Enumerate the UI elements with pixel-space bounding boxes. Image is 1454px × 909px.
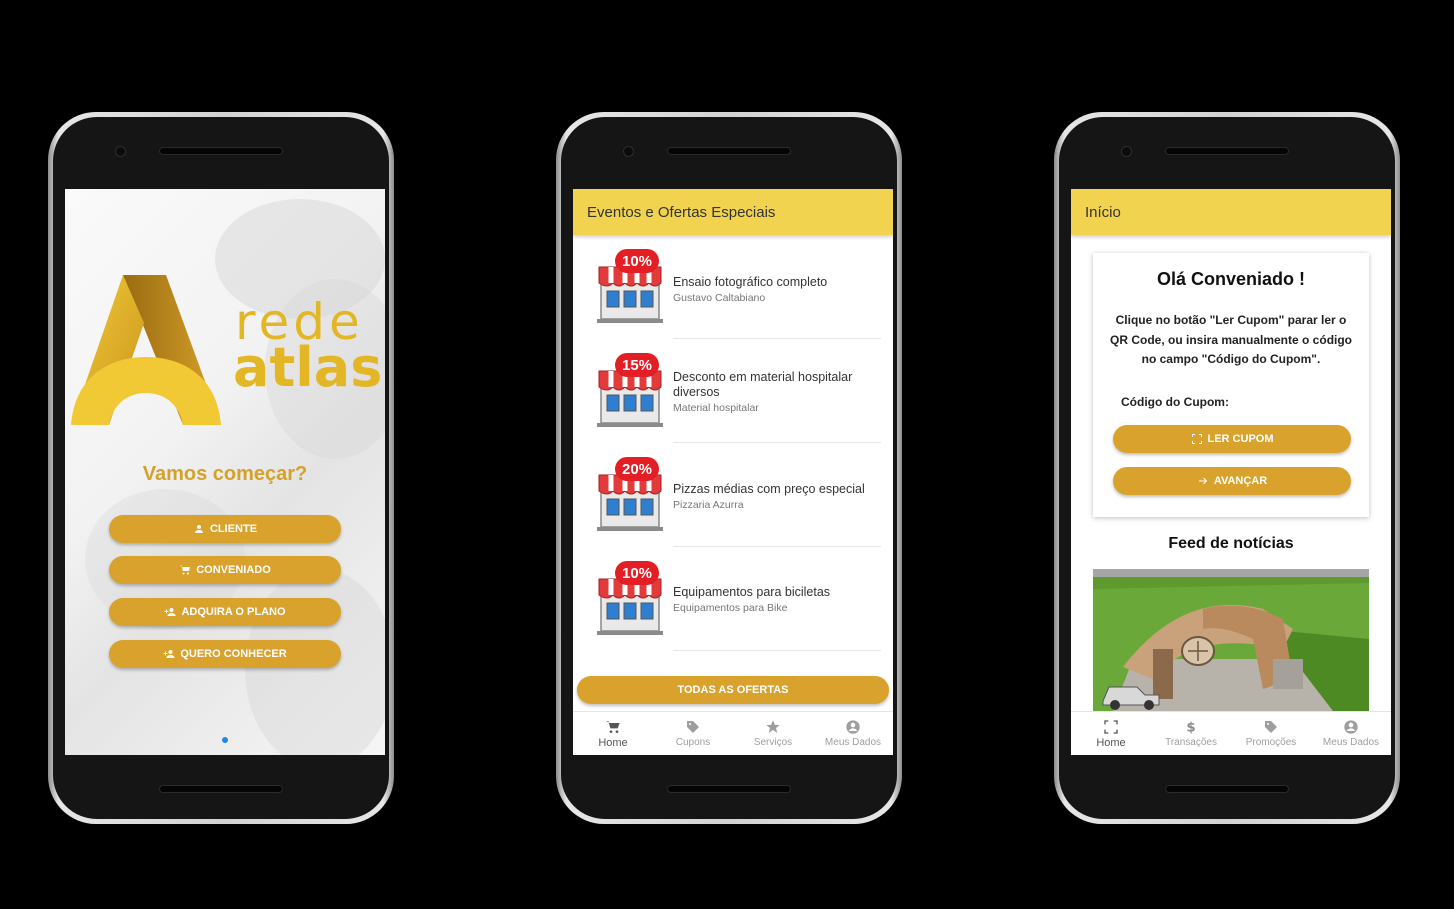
phone-offers: Eventos e Ofertas Especiais 10% Ensaio f… [556,112,902,824]
logo-wordmark-atlas: atlas [233,336,383,399]
offer-title: Pizzas médias com preço especial [673,482,865,496]
bottom-navigation: Home $ Transações Promoções Meus Dados [1071,711,1391,755]
top-speaker [667,147,791,155]
nav-meus-dados[interactable]: Meus Dados [813,712,893,755]
page-indicator-dot [222,737,228,743]
coupon-card: Olá Conveniado ! Clique no botão "Ler Cu… [1093,253,1369,517]
phone-bezel: Início Olá Conveniado ! Clique no botão … [1059,117,1395,819]
nav-transacoes[interactable]: $ Transações [1151,712,1231,755]
quero-conhecer-button-label: QUERO CONHECER [180,648,287,660]
cliente-button-label: CLIENTE [209,523,258,535]
coupon-code-label: Código do Cupom: [1121,395,1229,409]
card-title: Olá Conveniado ! [1156,269,1306,289]
offer-title: Equipamentos para biciletas [673,585,831,599]
phone-bezel: rede atlas Vamos começar? CLIENTE CONVEN… [53,117,389,819]
adquira-plano-button[interactable]: ADQUIRA O PLANO [109,598,341,626]
offer-subtitle: Pizzaria Azurra [673,499,744,511]
offer-item[interactable]: 20% Pizzas médias com preço especial Piz… [573,443,893,547]
bottom-speaker [159,785,283,793]
tag-icon [687,721,699,733]
appbar-title: Início [1071,189,1391,235]
offer-item[interactable]: 10% Ensaio fotográfico completo Gustavo … [573,235,893,339]
top-speaker [1165,147,1289,155]
front-camera [623,146,634,157]
nav-home[interactable]: Home [1071,712,1151,755]
offer-item[interactable]: 10% Equipamentos para biciletas Equipame… [573,547,893,651]
phone-welcome: rede atlas Vamos começar? CLIENTE CONVEN… [48,112,394,824]
front-camera [115,146,126,157]
dollar-icon: $ [1186,721,1195,735]
svg-text:$: $ [1186,721,1195,735]
front-camera [1121,146,1132,157]
bottom-speaker [667,785,791,793]
conveniado-button[interactable]: CONVENIADO [109,556,341,584]
scan-icon [1191,434,1202,444]
nav-promocoes-label: Promoções [1245,737,1297,748]
offer-item[interactable]: 15% Desconto em material hospitalar dive… [573,339,893,443]
nav-home-label: Home [598,736,628,749]
nav-meus-dados[interactable]: Meus Dados [1311,712,1391,755]
person-add-icon [164,608,176,616]
nav-home-label: Home [1096,736,1126,749]
offers-screen: Eventos e Ofertas Especiais 10% Ensaio f… [573,189,893,755]
phone-bezel: Eventos e Ofertas Especiais 10% Ensaio f… [561,117,897,819]
tag-icon [1265,721,1277,733]
nav-promocoes[interactable]: Promoções [1231,712,1311,755]
read-coupon-button[interactable]: LER CUPOM [1113,425,1351,453]
cart-icon [180,565,191,575]
divider [673,650,881,651]
offer-subtitle: Equipamentos para Bike [673,602,788,614]
top-speaker [159,147,283,155]
adquira-plano-button-label: ADQUIRA O PLANO [181,606,286,618]
cliente-button[interactable]: CLIENTE [109,515,341,543]
discount-badge: 10% [615,561,659,585]
welcome-screen: rede atlas Vamos começar? CLIENTE CONVEN… [65,189,385,755]
bottom-navigation: Home Cupons Serviços Meus Dados [573,711,893,755]
offer-subtitle: Gustavo Caltabiano [673,292,766,304]
next-button[interactable]: AVANÇAR [1113,467,1351,495]
quero-conhecer-button[interactable]: QUERO CONHECER [109,640,341,668]
person-icon [194,525,203,533]
nav-meus-dados-label: Meus Dados [824,737,882,748]
cart-icon [606,720,620,733]
news-feed-image[interactable] [1093,569,1369,711]
star-icon [766,720,780,733]
discount-badge: 20% [615,457,659,481]
offer-title: Desconto em material hospitalar diversos [673,370,853,399]
card-instructions: Clique no botão "Ler Cupom" parar ler o … [1109,313,1353,366]
appbar-title: Eventos e Ofertas Especiais [573,189,893,235]
welcome-title: Vamos começar? [142,463,308,485]
discount-badge: 10% [615,249,659,273]
showcase-stage: rede atlas Vamos começar? CLIENTE CONVEN… [0,0,1454,909]
offer-subtitle: Material hospitalar [673,402,759,414]
offer-title: Ensaio fotográfico completo [673,275,828,289]
scan-icon [1104,719,1118,734]
feed-title: Feed de notícias [1168,535,1294,552]
person-add-icon [163,650,175,658]
bottom-speaker [1165,785,1289,793]
nav-servicos-label: Serviços [753,737,793,748]
nav-cupons[interactable]: Cupons [653,712,733,755]
nav-cupons-label: Cupons [675,737,711,748]
nav-transacoes-label: Transações [1165,737,1217,748]
discount-badge: 15% [615,353,659,377]
arrow-right-icon [1198,477,1208,485]
nav-home[interactable]: Home [573,712,653,755]
all-offers-button[interactable]: TODAS AS OFERTAS [577,676,889,704]
nav-meus-dados-label: Meus Dados [1322,737,1380,748]
account-icon [846,720,860,734]
home-screen: Início Olá Conveniado ! Clique no botão … [1071,189,1391,755]
next-button-label: AVANÇAR [1213,475,1268,487]
nav-servicos[interactable]: Serviços [733,712,813,755]
conveniado-button-label: CONVENIADO [196,564,271,576]
account-icon [1344,720,1358,734]
read-coupon-label: LER CUPOM [1207,433,1274,445]
atlas-logo-icon [71,275,221,425]
phone-home: Início Olá Conveniado ! Clique no botão … [1054,112,1400,824]
